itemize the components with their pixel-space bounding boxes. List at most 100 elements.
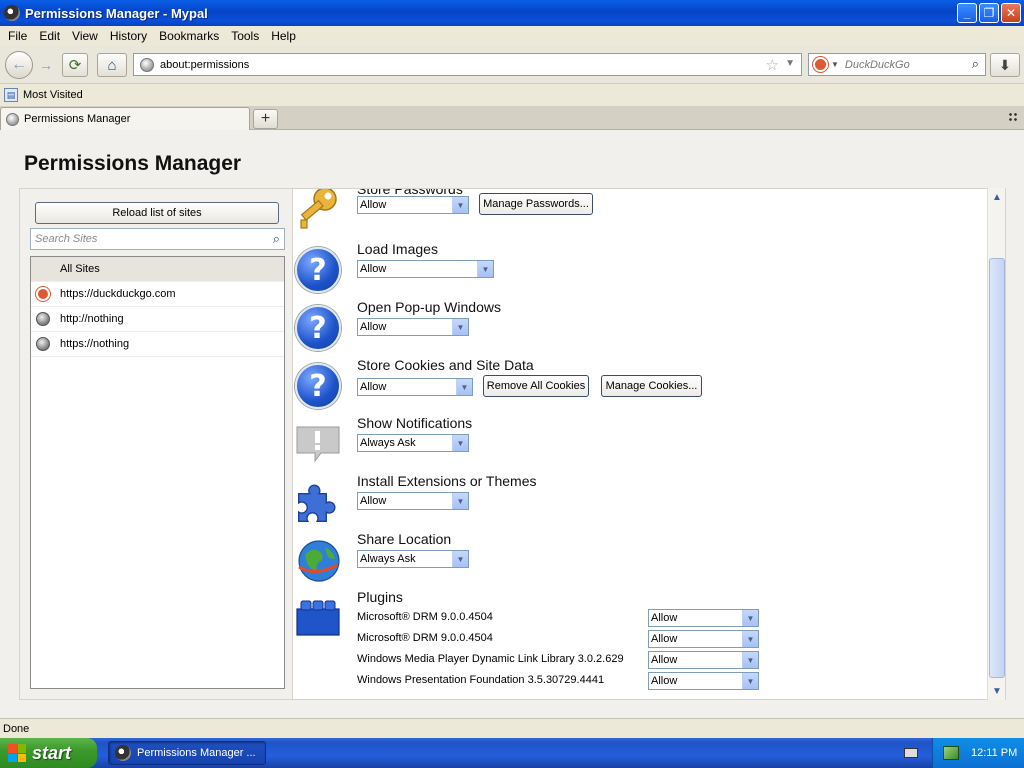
site-search-input[interactable]: Search Sites ⌕ [30, 228, 285, 250]
permission-share-location: Share Location Always Ask ▼ [293, 531, 993, 589]
select-value: Allow [360, 199, 387, 211]
location-permission-select[interactable]: Always Ask ▼ [357, 550, 469, 568]
maximize-button[interactable]: ❐ [979, 3, 999, 23]
most-visited-bookmark[interactable]: Most Visited [23, 89, 83, 101]
plugin-row: Windows Media Player Dynamic Link Librar… [357, 651, 997, 672]
chevron-down-icon: ▼ [452, 319, 468, 335]
chevron-down-icon: ▼ [452, 551, 468, 567]
cookies-permission-select[interactable]: Allow ▼ [357, 378, 473, 396]
back-forward-group: ← → [5, 51, 59, 79]
plugin-permission-select[interactable]: Allow ▼ [648, 651, 759, 669]
passwords-permission-select[interactable]: Allow ▼ [357, 196, 469, 214]
keyboard-icon[interactable] [904, 748, 918, 758]
tab-label: Permissions Manager [24, 113, 131, 125]
chevron-down-icon: ▼ [456, 379, 472, 395]
scroll-down-icon[interactable]: ▼ [990, 684, 1004, 698]
downloads-button[interactable]: ⬇ [990, 53, 1020, 77]
start-button[interactable]: start [0, 738, 97, 768]
help-question-icon: ? [295, 247, 341, 293]
help-question-icon: ? [295, 363, 341, 409]
select-value: Allow [651, 612, 678, 624]
chevron-down-icon: ▼ [452, 197, 468, 213]
permission-popup-windows: ? Open Pop-up Windows Allow ▼ [293, 299, 993, 357]
network-icon[interactable] [943, 746, 959, 760]
back-button[interactable]: ← [5, 51, 33, 79]
permission-name: Store Cookies and Site Data [357, 357, 534, 373]
mypal-app-icon[interactable] [4, 5, 20, 21]
site-item-http-nothing[interactable]: http://nothing [31, 307, 284, 332]
site-label: All Sites [60, 263, 100, 275]
select-value: Allow [360, 321, 387, 333]
url-text: about:permissions [160, 58, 250, 71]
forward-arrow-icon: → [39, 57, 53, 73]
select-value: Always Ask [360, 437, 416, 449]
window-titlebar: Permissions Manager - Mypal _ ❐ ✕ [0, 0, 1024, 26]
home-icon: ⌂ [107, 56, 117, 74]
tab-permissions-manager[interactable]: Permissions Manager [0, 107, 250, 130]
popups-permission-select[interactable]: Allow ▼ [357, 318, 469, 336]
permission-store-passwords: Store Passwords Allow ▼ Manage Passwords… [293, 189, 993, 239]
permission-name: Plugins [357, 589, 403, 605]
scroll-up-icon[interactable]: ▲ [990, 190, 1004, 204]
web-search-box[interactable]: ▼ DuckDuckGo ⌕ [808, 53, 986, 76]
list-all-tabs-icon[interactable] [1008, 112, 1018, 122]
plus-icon: + [260, 110, 271, 127]
menu-bar: File Edit View History Bookmarks Tools H… [0, 26, 1024, 46]
notification-bubble-icon [295, 421, 341, 467]
menu-history[interactable]: History [104, 29, 153, 43]
bookmarks-toolbar: ▤ Most Visited [0, 84, 1024, 106]
new-tab-button[interactable]: + [253, 109, 278, 129]
permission-install-extensions: Install Extensions or Themes Allow ▼ [293, 473, 993, 531]
duckduckgo-icon[interactable] [813, 57, 828, 72]
permission-show-notifications: Show Notifications Always Ask ▼ [293, 415, 993, 473]
reload-icon: ⟳ [68, 57, 82, 74]
menu-tools[interactable]: Tools [225, 29, 265, 43]
forward-button[interactable]: → [35, 56, 57, 74]
site-item-https-nothing[interactable]: https://nothing [31, 332, 284, 357]
vertical-scrollbar[interactable]: ▲ ▼ [987, 188, 1005, 700]
menu-bookmarks[interactable]: Bookmarks [153, 29, 225, 43]
select-value: Always Ask [360, 553, 416, 565]
extensions-permission-select[interactable]: Allow ▼ [357, 492, 469, 510]
plugin-permission-select[interactable]: Allow ▼ [648, 630, 759, 648]
notifications-permission-select[interactable]: Always Ask ▼ [357, 434, 469, 452]
reload-button[interactable]: ⟳ [62, 53, 88, 77]
plugin-name: Windows Presentation Foundation 3.5.3072… [357, 674, 605, 686]
clock[interactable]: 12:11 PM [971, 747, 1017, 759]
select-value: Allow [651, 675, 678, 687]
manage-passwords-button[interactable]: Manage Passwords... [479, 193, 593, 215]
scrollbar-thumb[interactable] [989, 258, 1005, 678]
taskbar: start Permissions Manager ... 12:11 PM [0, 738, 1024, 768]
search-icon[interactable]: ⌕ [972, 56, 979, 72]
site-label: https://nothing [60, 338, 130, 350]
menu-help[interactable]: Help [265, 29, 302, 43]
taskbar-item-permissions-manager[interactable]: Permissions Manager ... [108, 741, 266, 765]
chevron-down-icon: ▼ [452, 435, 468, 451]
plugin-permission-select[interactable]: Allow ▼ [648, 672, 759, 690]
start-label: start [32, 742, 72, 763]
home-button[interactable]: ⌂ [97, 53, 127, 77]
reload-sites-button[interactable]: Reload list of sites [35, 202, 279, 224]
menu-view[interactable]: View [66, 29, 104, 43]
search-engine-caret-icon[interactable]: ▼ [831, 60, 839, 69]
url-history-dropdown-icon[interactable]: ▼ [785, 58, 795, 69]
menu-edit[interactable]: Edit [33, 29, 66, 43]
plugin-permission-select[interactable]: Allow ▼ [648, 609, 759, 627]
remove-all-cookies-button[interactable]: Remove All Cookies [483, 375, 589, 397]
status-bar: Done [0, 718, 1024, 738]
globe-icon [36, 337, 50, 351]
site-item-all-sites[interactable]: All Sites [31, 257, 284, 282]
images-permission-select[interactable]: Allow ▼ [357, 260, 494, 278]
close-button[interactable]: ✕ [1001, 3, 1021, 23]
menu-file[interactable]: File [2, 29, 33, 43]
bookmark-star-icon[interactable]: ☆ [766, 56, 779, 74]
most-visited-icon: ▤ [4, 88, 18, 102]
manage-cookies-button[interactable]: Manage Cookies... [601, 375, 702, 397]
page-content: Permissions Manager Reload list of sites… [0, 130, 1024, 718]
plugin-row: Windows Presentation Foundation 3.5.3072… [357, 672, 997, 693]
url-bar[interactable]: about:permissions ☆ ▼ [133, 53, 802, 76]
minimize-button[interactable]: _ [957, 3, 977, 23]
status-text: Done [3, 722, 30, 735]
site-item-duckduckgo[interactable]: https://duckduckgo.com [31, 282, 284, 307]
windows-flag-icon [8, 744, 26, 762]
